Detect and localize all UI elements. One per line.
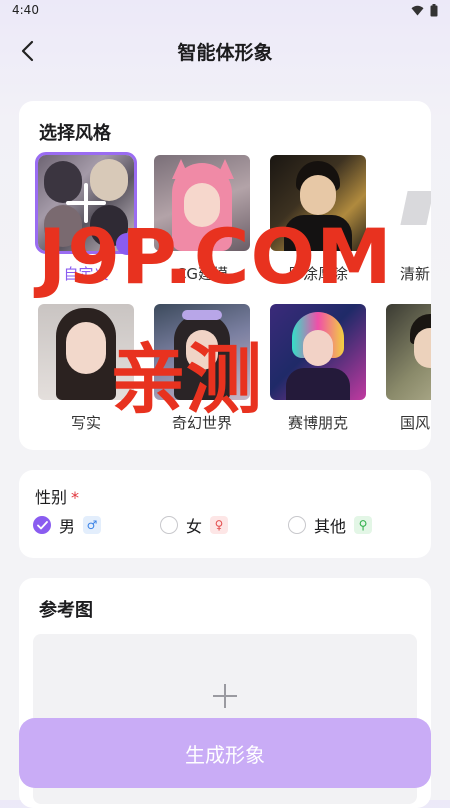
selected-badge — [116, 233, 138, 255]
style-thumbnail — [154, 304, 250, 400]
wifi-icon — [411, 5, 424, 16]
style-thumbnail — [154, 155, 250, 251]
style-label: 厚涂厚涂 — [287, 265, 348, 283]
style-thumbnail — [270, 155, 366, 251]
style-section-title: 选择风格 — [39, 123, 111, 144]
gender-label: 性别 * — [35, 488, 80, 507]
style-thumbnail — [386, 155, 431, 251]
style-label: 写实 — [70, 414, 101, 432]
style-label: 自定义 — [63, 265, 109, 283]
status-time: 4:40 — [12, 3, 39, 17]
style-thumbnail — [270, 304, 366, 400]
battery-icon — [430, 4, 438, 17]
female-icon: ♀ — [210, 516, 229, 534]
style-card: 选择风格 自定义 CG建模 厚涂厚涂 清新 写实 奇幻世界 赛博朋克 国风 — [19, 101, 431, 450]
style-thumbnail — [38, 304, 134, 400]
radio-unchecked-icon[interactable] — [288, 516, 306, 534]
style-tile-cyberpunk[interactable]: 赛博朋克 — [270, 304, 366, 432]
generate-button[interactable]: 生成形象 — [19, 718, 431, 788]
style-label: 国风 — [400, 414, 431, 432]
gender-card: 性别 * 男 ♂ 女 ♀ 其他 ⚲ — [19, 470, 431, 558]
style-label: 奇幻世界 — [171, 414, 232, 432]
style-label: 赛博朋克 — [287, 414, 348, 432]
reference-title: 参考图 — [39, 600, 93, 621]
style-tile-thick-paint[interactable]: 厚涂厚涂 — [270, 155, 366, 283]
gender-option-female[interactable]: 女 ♀ — [160, 514, 229, 536]
style-thumbnail — [386, 304, 431, 400]
nav-bar: 智能体形象 — [0, 26, 450, 74]
radio-unchecked-icon[interactable] — [160, 516, 178, 534]
radio-checked-icon[interactable] — [33, 516, 51, 534]
style-tile-fresh[interactable]: 清新 — [386, 155, 431, 283]
gender-option-label: 男 — [59, 517, 76, 536]
page-title: 智能体形象 — [177, 42, 273, 64]
gender-option-other[interactable]: 其他 ⚲ — [288, 514, 373, 536]
style-tile-realistic[interactable]: 写实 — [38, 304, 134, 432]
style-tile-chinese[interactable]: 国风 — [386, 304, 431, 432]
add-image-icon — [213, 684, 237, 708]
style-label: 清新 — [400, 265, 431, 283]
male-icon: ♂ — [83, 516, 102, 534]
other-gender-icon: ⚲ — [354, 516, 373, 534]
style-label: CG建模 — [175, 265, 229, 283]
style-tile-custom[interactable]: 自定义 — [35, 152, 138, 283]
gender-option-male[interactable]: 男 ♂ — [33, 514, 102, 536]
gender-option-label: 女 — [186, 517, 203, 536]
gender-option-label: 其他 — [314, 517, 347, 536]
style-tile-cg[interactable]: CG建模 — [154, 155, 250, 283]
status-bar: 4:40 — [0, 0, 450, 22]
required-mark: * — [71, 488, 80, 507]
style-tile-fantasy[interactable]: 奇幻世界 — [154, 304, 250, 432]
